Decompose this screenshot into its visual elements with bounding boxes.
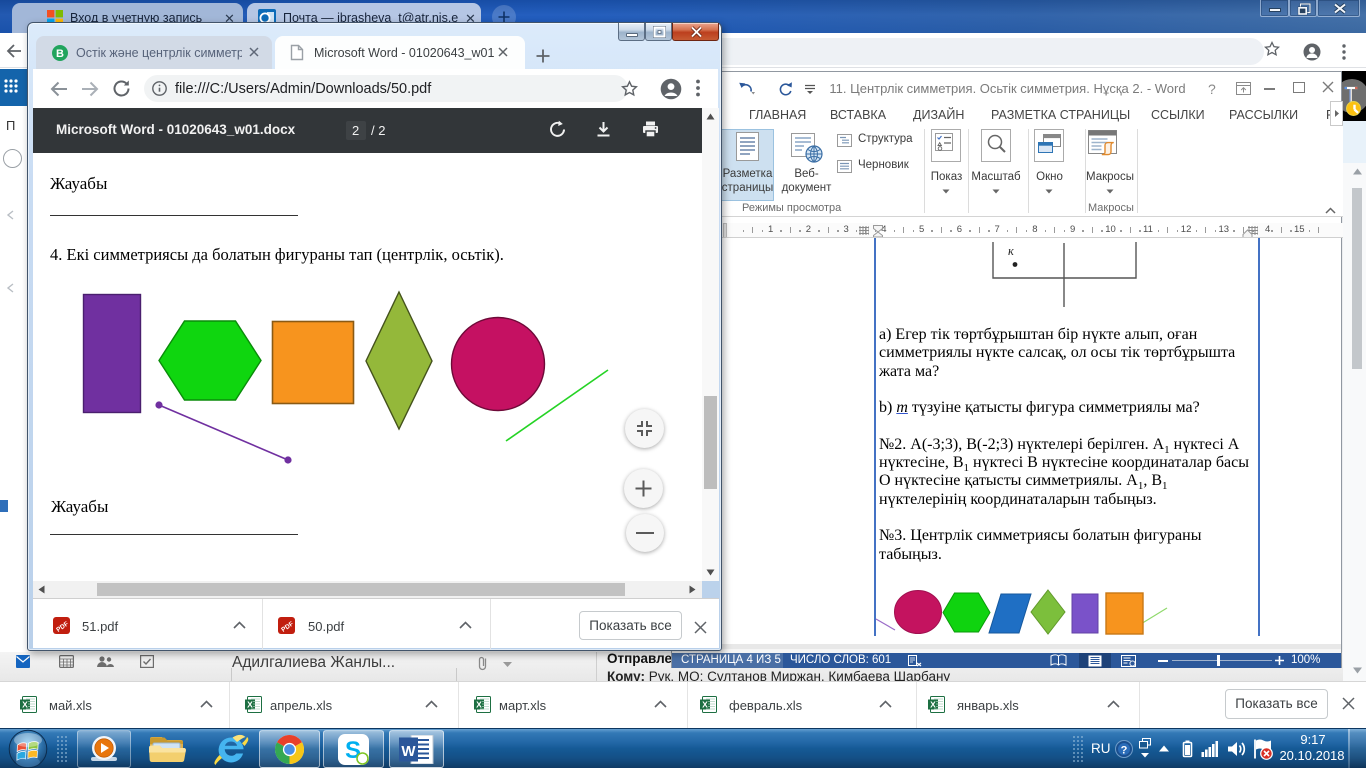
svg-text:X: X bbox=[247, 700, 253, 710]
svg-text:W: W bbox=[401, 743, 416, 760]
svg-text:X: X bbox=[476, 700, 482, 710]
svg-text:X: X bbox=[22, 700, 28, 710]
svg-text:?: ? bbox=[1121, 745, 1128, 757]
svg-text:X: X bbox=[702, 700, 708, 710]
svg-text:X: X bbox=[930, 700, 936, 710]
svg-text:B: B bbox=[56, 48, 64, 60]
